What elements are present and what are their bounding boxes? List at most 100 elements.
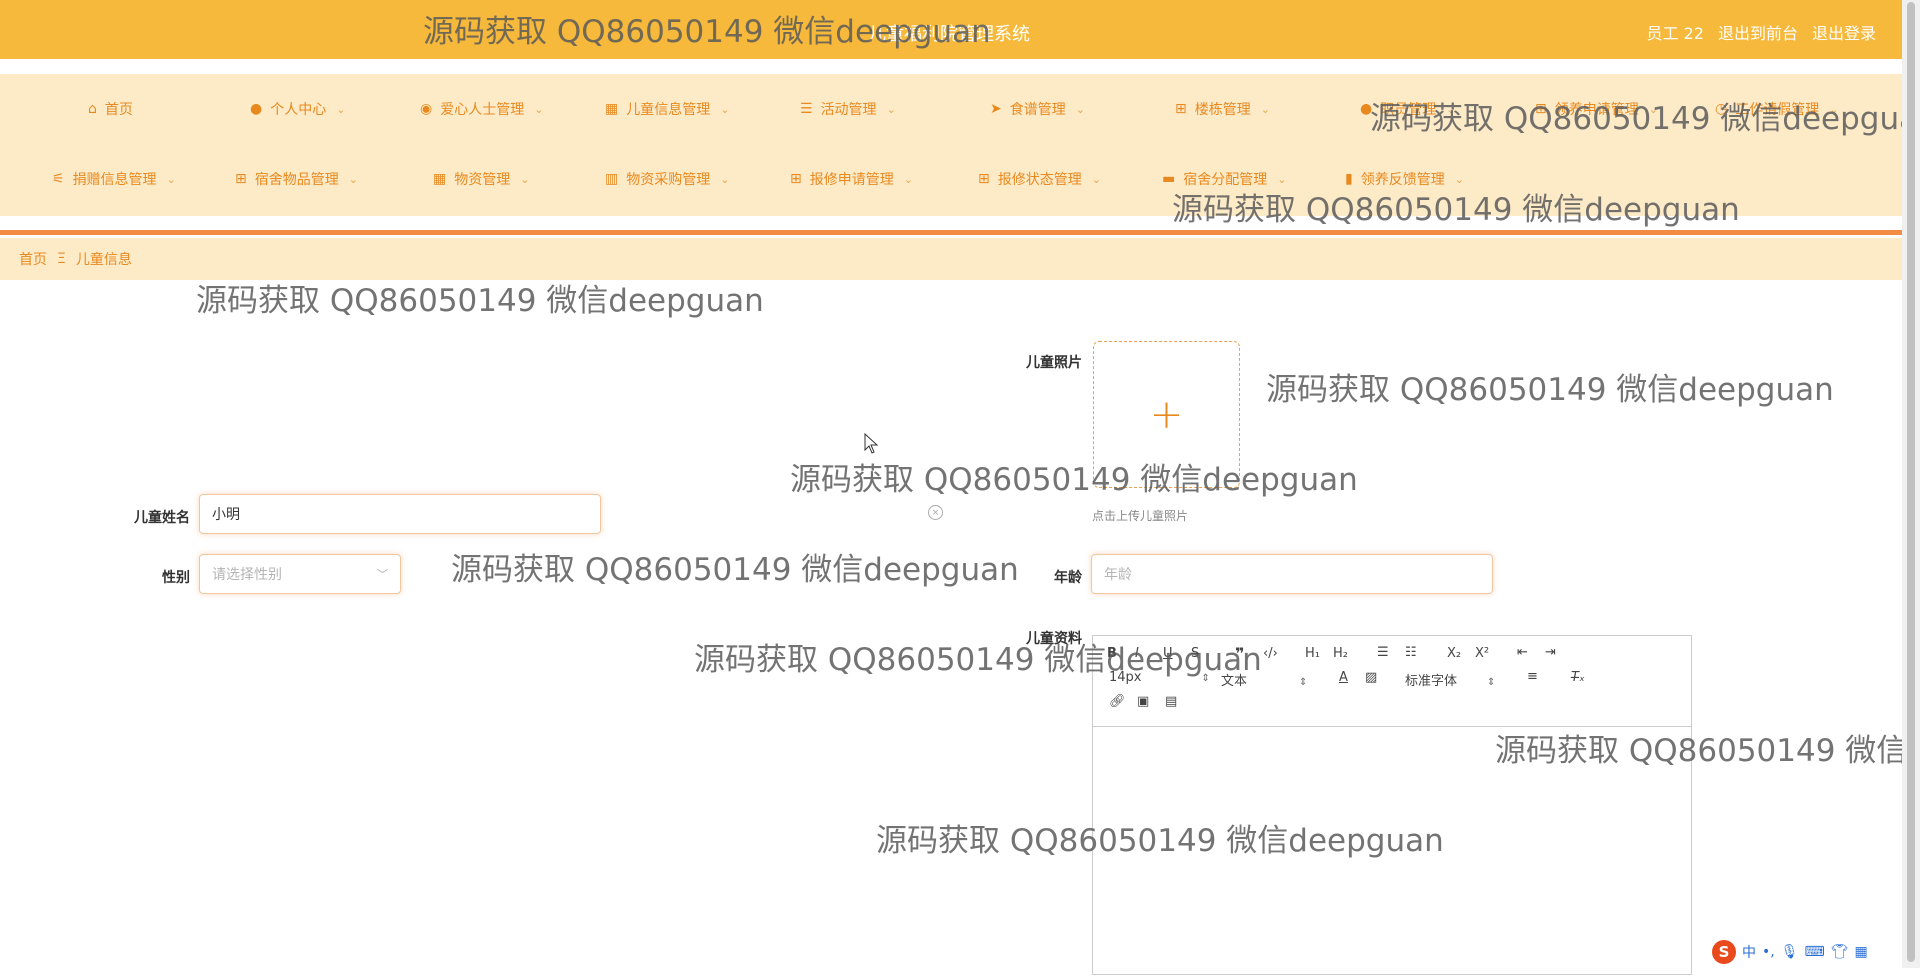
grid-icon: ▦ (433, 171, 447, 187)
nav-row-1: ⌂ 首页 ● 个人中心 ⌄ ◉ 爱心人士管理 ⌄ ▦ 儿童信息管理 ⌄ ☰ 活动管理 ⌄ ➤ 食谱管理 ⌄ ⊞ 楼栋… (0, 74, 1902, 144)
nav-item[interactable]: ● 个人中心 ⌄ (250, 74, 345, 144)
to-frontend-link[interactable]: 退出到前台 (1718, 20, 1798, 44)
age-input[interactable]: 年龄 (1091, 554, 1493, 594)
superscript-icon[interactable]: X² (1475, 646, 1489, 661)
nav-item[interactable]: ▬ 宿舍分配管理 ⌄ (1162, 144, 1286, 214)
nav-item-label: 宿舍分配管理 (1183, 172, 1268, 188)
gender-select[interactable]: 请选择性别 ﹀ (199, 554, 401, 594)
image-icon[interactable]: ▣ (1137, 694, 1149, 709)
user-icon: ● (250, 101, 263, 117)
nav-item[interactable]: ◷ 工作请假管理 ⌄ (1715, 74, 1838, 144)
breadcrumb-separator: Ξ (57, 251, 66, 267)
editor-content-area[interactable] (1093, 727, 1691, 977)
info-label: 儿童资料 (1026, 631, 1082, 647)
underline-icon[interactable]: U (1163, 646, 1173, 661)
chevron-down-icon: ⌄ (903, 172, 913, 186)
nav-item[interactable]: ▮ 领养反馈管理 ⌄ (1345, 144, 1464, 214)
clear-format-icon[interactable]: T̶ₓ (1571, 670, 1585, 685)
italic-icon[interactable]: I (1135, 646, 1139, 661)
nav-item[interactable]: ▥ 物资采购管理 ⌄ (605, 144, 729, 214)
nav-item[interactable]: ⊞ 领养申请管理 ⌄ (1535, 74, 1658, 144)
age-placeholder: 年龄 (1104, 567, 1132, 583)
nav-item[interactable]: ⊞ 宿舍物品管理 ⌄ (235, 144, 358, 214)
chevron-down-icon: ⌄ (720, 172, 730, 186)
chevron-down-icon: ⌄ (1454, 172, 1464, 186)
nav-item[interactable]: ⌂ 首页 (88, 74, 133, 144)
photo-upload-hint: 点击上传儿童照片 (1092, 509, 1189, 523)
microphone-icon[interactable]: 🎙︎ (1781, 944, 1799, 960)
font-size-value: 14px (1109, 670, 1142, 685)
chevron-down-icon: ⌄ (1277, 172, 1287, 186)
outdent-icon[interactable]: ⇤ (1517, 645, 1528, 660)
align-icon[interactable]: ≡ (1527, 669, 1538, 684)
send-icon: ➤ (990, 101, 1002, 117)
grid-icon: ▦ (605, 101, 619, 117)
code-icon[interactable]: ‹/› (1263, 646, 1278, 661)
clock-icon: ◷ (1715, 101, 1728, 117)
watermark: 源码获取 QQ86050149 微信deepguan (451, 552, 1019, 588)
background-color-icon[interactable]: ▨ (1365, 670, 1377, 685)
chevron-down-icon: ⌄ (1075, 102, 1085, 116)
top-header: 儿童福利院管理系统 员工 22 退出到前台 退出登录 (0, 0, 1902, 59)
watermark: 源码获取 QQ86050149 微信deepguan (790, 462, 1358, 498)
nav-item[interactable]: ⊞ 楼栋管理 ⌄ (1175, 74, 1270, 144)
scrollbar-thumb[interactable] (1907, 2, 1915, 962)
age-label: 年龄 (1054, 570, 1082, 586)
chevron-down-icon: ⌄ (1091, 172, 1101, 186)
divider-line (0, 230, 1902, 235)
ordered-list-icon[interactable]: ☰ (1377, 645, 1389, 660)
nav-item[interactable]: ⚟ 捐赠信息管理 ⌄ (52, 144, 176, 214)
sliders-icon: ⚟ (52, 171, 65, 187)
block-type-value: 文本 (1221, 674, 1248, 689)
h2-icon[interactable]: H₂ (1333, 646, 1348, 661)
chart-icon: ▮ (1345, 171, 1353, 187)
strikethrough-icon[interactable]: S (1191, 646, 1199, 661)
skin-icon[interactable]: 👕︎ (1831, 944, 1849, 960)
photo-upload-box[interactable]: + (1093, 341, 1240, 488)
quote-icon[interactable]: ❞ (1235, 644, 1244, 663)
editor-toolbar: B I U S ❞ ‹/› H₁ H₂ ☰ ☷ X₂ X² ⇤ ⇥ 14px ⇕ … (1093, 636, 1691, 727)
breadcrumb: 首页 Ξ 儿童信息 (0, 238, 1902, 280)
ime-language[interactable]: 中 (1742, 942, 1756, 962)
home-icon: ⌂ (88, 101, 97, 117)
gender-label: 性别 (162, 570, 190, 586)
nav-item[interactable]: ⊞ 报修申请管理 ⌄ (790, 144, 913, 214)
nav-item-label: 物资管理 (454, 172, 511, 188)
font-family-select[interactable]: 标准字体 ⇕ (1405, 670, 1495, 689)
logout-link[interactable]: 退出登录 (1812, 20, 1876, 44)
apps-icon: ⊞ (978, 171, 990, 187)
font-color-icon[interactable]: A (1339, 670, 1348, 685)
apps-icon: ⊞ (1535, 101, 1547, 117)
nav-item[interactable]: ▦ 儿童信息管理 ⌄ (605, 74, 729, 144)
bold-icon[interactable]: B (1107, 646, 1117, 661)
font-size-select[interactable]: 14px ⇕ (1109, 670, 1210, 685)
punctuation-icon[interactable]: •, (1762, 944, 1775, 960)
nav-item[interactable]: ◉ 爱心人士管理 ⌄ (420, 74, 543, 144)
watermark: 源码获取 QQ86050149 微信deepguan (1266, 372, 1834, 408)
clear-icon[interactable]: × (928, 505, 943, 520)
nav-item[interactable]: ● 职员管理 ⌄ (1360, 74, 1455, 144)
nav-item[interactable]: ⊞ 报修状态管理 ⌄ (978, 144, 1101, 214)
books-icon: ▥ (605, 171, 619, 187)
h1-icon[interactable]: H₁ (1305, 646, 1320, 661)
user-icon: ● (1360, 101, 1373, 117)
page-scrollbar[interactable] (1902, 0, 1920, 968)
watermark: 源码获取 QQ86050149 微信deepguan (196, 283, 764, 319)
nav-item[interactable]: ➤ 食谱管理 ⌄ (990, 74, 1085, 144)
breadcrumb-home[interactable]: 首页 (19, 249, 47, 269)
indent-icon[interactable]: ⇥ (1545, 645, 1556, 660)
nav-item-label: 领养申请管理 (1554, 102, 1639, 118)
block-type-select[interactable]: 文本 ⇕ (1221, 670, 1307, 689)
list-icon: ☰ (800, 101, 813, 117)
subscript-icon[interactable]: X₂ (1447, 646, 1461, 661)
nav-item[interactable]: ☰ 活动管理 ⌄ (800, 74, 896, 144)
bullet-list-icon[interactable]: ☷ (1405, 645, 1417, 660)
link-icon[interactable]: 🔗︎ (1109, 694, 1126, 709)
nav-item[interactable]: ▦ 物资管理 ⌄ (433, 144, 529, 214)
nav-item-label: 职员管理 (1380, 102, 1437, 118)
ime-toolbar[interactable]: S 中 •, 🎙︎ ⌨ 👕︎ ▦ (1712, 940, 1868, 964)
video-icon[interactable]: ▤ (1165, 694, 1177, 709)
keyboard-icon[interactable]: ⌨ (1805, 944, 1825, 960)
child-name-input[interactable]: 小明 (199, 494, 601, 534)
toolbox-icon[interactable]: ▦ (1855, 944, 1868, 960)
